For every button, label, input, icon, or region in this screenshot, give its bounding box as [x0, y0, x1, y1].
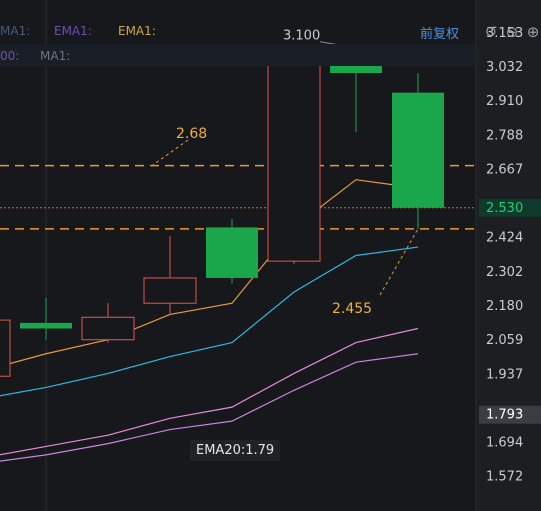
price-tick-label: 1.694	[486, 435, 523, 450]
price-tick-label: 3.032	[486, 60, 523, 75]
price-tick-label: 1.572	[486, 470, 523, 485]
indicator-legend: MA1: EMA1: EMA1:	[0, 22, 476, 42]
zoom-in-icon[interactable]: ⊕	[524, 23, 541, 41]
candle-body-up	[143, 277, 197, 304]
zoom-out-icon[interactable]: ⊖	[503, 23, 521, 41]
candle	[392, 73, 444, 229]
indicator-legend-row2: 00: MA1:	[0, 44, 476, 66]
candle	[0, 319, 11, 377]
candlestick-chart[interactable]: 3.1533.0322.9102.7882.6672.5302.4242.302…	[0, 0, 541, 511]
candle-body-up	[267, 58, 321, 262]
upper-level-label: 2.68	[176, 126, 207, 142]
price-axis-background	[476, 0, 541, 511]
upper-level-pointer	[151, 139, 189, 167]
candle-body-down	[20, 322, 72, 329]
candle-body-up	[0, 319, 11, 377]
lower-level-pointer	[379, 228, 419, 296]
candle	[206, 219, 258, 284]
candle	[143, 235, 197, 315]
current-price-label: 2.530	[486, 201, 523, 216]
price-tick-label: 2.424	[486, 231, 523, 246]
undo-icon[interactable]: ↺	[482, 23, 500, 41]
candle	[20, 297, 72, 340]
legend-row2-ma1: MA1:	[40, 49, 71, 63]
indicator-tooltip: EMA20:1.79	[190, 440, 281, 461]
legend-ma1: MA1:	[0, 24, 31, 38]
price-tick-label: 2.788	[486, 128, 523, 143]
legend-row2-prefix: 00:	[0, 49, 20, 63]
lower-level-label: 2.455	[332, 301, 372, 317]
candle-body-up	[81, 316, 135, 341]
legend-ema1-a: EMA1:	[54, 24, 92, 38]
candle	[81, 303, 135, 343]
candle	[267, 56, 321, 264]
candle-body-down	[206, 227, 258, 278]
price-tick-label: 1.937	[486, 367, 523, 382]
price-tick-label: 2.059	[486, 333, 523, 348]
price-tick-label: 2.910	[486, 94, 523, 109]
candle-body-down	[392, 92, 444, 208]
legend-ema1-b: EMA1:	[118, 24, 156, 38]
price-tick-label: 2.180	[486, 299, 523, 314]
cursor-price-label: 1.793	[486, 408, 523, 423]
price-tick-label: 2.302	[486, 265, 523, 280]
price-tick-label: 2.667	[486, 162, 523, 177]
price-adjust-button[interactable]: 前复权	[420, 23, 459, 42]
